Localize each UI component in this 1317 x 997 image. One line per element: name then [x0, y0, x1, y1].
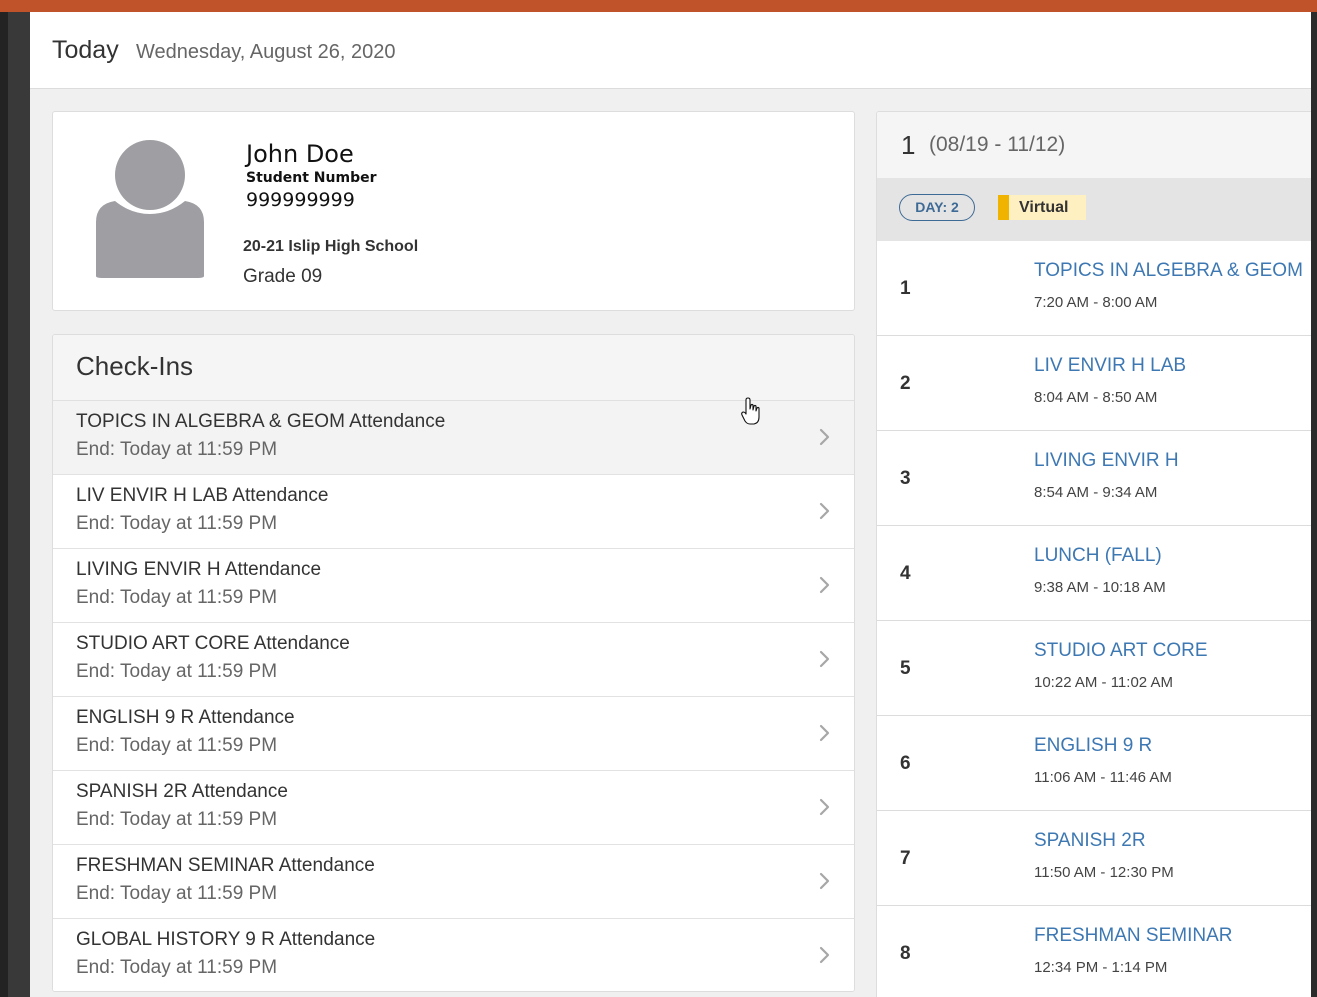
day-bar: DAY: 2 Virtual [877, 178, 1311, 241]
checkin-name: SPANISH 2R Attendance [76, 781, 288, 802]
period-number: 8 [900, 943, 911, 964]
period-row: 2 LIV ENVIR H LAB 8:04 AM - 8:50 AM [877, 336, 1311, 431]
checkin-item[interactable]: ENGLISH 9 R Attendance End: Today at 11:… [53, 697, 854, 771]
checkin-item[interactable]: LIV ENVIR H LAB Attendance End: Today at… [53, 475, 854, 549]
checkins-card: Check-Ins TOPICS IN ALGEBRA & GEOM Atten… [52, 334, 855, 992]
chevron-right-icon [819, 428, 830, 446]
course-link[interactable]: STUDIO ART CORE [1034, 640, 1208, 662]
period-row: 7 SPANISH 2R 11:50 AM - 12:30 PM [877, 811, 1311, 906]
course-time: 7:20 AM - 8:00 AM [1034, 294, 1158, 311]
user-silhouette-icon [96, 140, 204, 278]
chevron-right-icon [819, 872, 830, 890]
course-time: 11:06 AM - 11:46 AM [1034, 769, 1172, 786]
period-number: 1 [900, 278, 911, 299]
side-rail [8, 12, 30, 997]
page-header: Today Wednesday, August 26, 2020 [30, 12, 1311, 89]
course-link[interactable]: LIVING ENVIR H [1034, 450, 1179, 472]
course-link[interactable]: LIV ENVIR H LAB [1034, 355, 1186, 377]
checkin-end-time: End: Today at 11:59 PM [76, 587, 278, 608]
period-number: 7 [900, 848, 911, 869]
checkin-item[interactable]: LIVING ENVIR H Attendance End: Today at … [53, 549, 854, 623]
course-link[interactable]: TOPICS IN ALGEBRA & GEOM [1034, 260, 1303, 282]
period-row: 3 LIVING ENVIR H 8:54 AM - 9:34 AM [877, 431, 1311, 526]
grade-level: Grade 09 [243, 266, 323, 287]
virtual-label: Virtual [1019, 199, 1069, 216]
period-number: 3 [900, 468, 911, 489]
period-row: 4 LUNCH (FALL) 9:38 AM - 10:18 AM [877, 526, 1311, 621]
checkin-end-time: End: Today at 11:59 PM [76, 735, 278, 756]
course-link[interactable]: ENGLISH 9 R [1034, 735, 1152, 757]
window-edge-right [1311, 12, 1317, 997]
checkin-name: STUDIO ART CORE Attendance [76, 633, 350, 654]
school-name: 20-21 Islip High School [243, 238, 419, 255]
term-dates: (08/19 - 11/12) [929, 133, 1066, 156]
hand-pointer-icon [741, 397, 760, 425]
top-accent-bar [0, 0, 1317, 12]
checkins-header: Check-Ins [53, 335, 854, 401]
course-time: 10:22 AM - 11:02 AM [1034, 674, 1173, 691]
course-time: 11:50 AM - 12:30 PM [1034, 864, 1174, 881]
course-link[interactable]: SPANISH 2R [1034, 830, 1146, 852]
chevron-right-icon [819, 502, 830, 520]
checkin-item[interactable]: GLOBAL HISTORY 9 R Attendance End: Today… [53, 919, 854, 991]
course-time: 8:04 AM - 8:50 AM [1034, 389, 1158, 406]
period-number: 6 [900, 753, 911, 774]
checkin-name: TOPICS IN ALGEBRA & GEOM Attendance [76, 411, 446, 432]
main-content: Today Wednesday, August 26, 2020 John Do… [30, 12, 1311, 997]
page-date: Wednesday, August 26, 2020 [136, 41, 396, 63]
period-number: 2 [900, 373, 911, 394]
virtual-tag: Virtual [998, 195, 1086, 220]
period-row: 1 TOPICS IN ALGEBRA & GEOM 7:20 AM - 8:0… [877, 241, 1311, 336]
checkin-name: ENGLISH 9 R Attendance [76, 707, 295, 728]
checkin-list: TOPICS IN ALGEBRA & GEOM Attendance End:… [53, 401, 854, 991]
window-edge [0, 12, 8, 997]
checkin-name: FRESHMAN SEMINAR Attendance [76, 855, 375, 876]
checkin-end-time: End: Today at 11:59 PM [76, 513, 278, 534]
checkin-end-time: End: Today at 11:59 PM [76, 809, 278, 830]
chevron-right-icon [819, 946, 830, 964]
checkin-end-time: End: Today at 11:59 PM [76, 661, 278, 682]
day-badge: DAY: 2 [899, 194, 975, 221]
checkin-item[interactable]: FRESHMAN SEMINAR Attendance End: Today a… [53, 845, 854, 919]
course-time: 8:54 AM - 9:34 AM [1034, 484, 1158, 501]
period-row: 8 FRESHMAN SEMINAR 12:34 PM - 1:14 PM [877, 906, 1311, 997]
checkin-item[interactable]: SPANISH 2R Attendance End: Today at 11:5… [53, 771, 854, 845]
checkin-name: GLOBAL HISTORY 9 R Attendance [76, 929, 376, 950]
checkin-item[interactable]: STUDIO ART CORE Attendance End: Today at… [53, 623, 854, 697]
student-card: John Doe Student Number 999999999 20-21 … [52, 111, 855, 311]
student-number-label: Student Number [246, 170, 377, 186]
checkin-item[interactable]: TOPICS IN ALGEBRA & GEOM Attendance End:… [53, 401, 854, 475]
chevron-right-icon [819, 576, 830, 594]
chevron-right-icon [819, 724, 830, 742]
period-row: 5 STUDIO ART CORE 10:22 AM - 11:02 AM [877, 621, 1311, 716]
course-time: 9:38 AM - 10:18 AM [1034, 579, 1166, 596]
page-title: Today [52, 36, 119, 64]
student-name: John Doe [246, 140, 354, 168]
course-link[interactable]: FRESHMAN SEMINAR [1034, 925, 1232, 947]
period-list: 1 TOPICS IN ALGEBRA & GEOM 7:20 AM - 8:0… [877, 241, 1311, 997]
term-number: 1 [901, 130, 916, 160]
checkin-end-time: End: Today at 11:59 PM [76, 883, 278, 904]
chevron-right-icon [819, 798, 830, 816]
course-link[interactable]: LUNCH (FALL) [1034, 545, 1162, 567]
checkin-name: LIVING ENVIR H Attendance [76, 559, 322, 580]
period-number: 4 [900, 563, 911, 584]
period-number: 5 [900, 658, 911, 679]
checkin-name: LIV ENVIR H LAB Attendance [76, 485, 329, 506]
term-header: 1 (08/19 - 11/12) [877, 112, 1311, 178]
checkin-end-time: End: Today at 11:59 PM [76, 957, 278, 978]
student-number: 999999999 [246, 189, 355, 211]
chevron-right-icon [819, 650, 830, 668]
schedule-card: 1 (08/19 - 11/12) DAY: 2 Virtual 1 TOPIC… [876, 111, 1311, 997]
checkin-end-time: End: Today at 11:59 PM [76, 439, 278, 460]
course-time: 12:34 PM - 1:14 PM [1034, 959, 1168, 976]
period-row: 6 ENGLISH 9 R 11:06 AM - 11:46 AM [877, 716, 1311, 811]
checkins-title: Check-Ins [76, 351, 194, 381]
